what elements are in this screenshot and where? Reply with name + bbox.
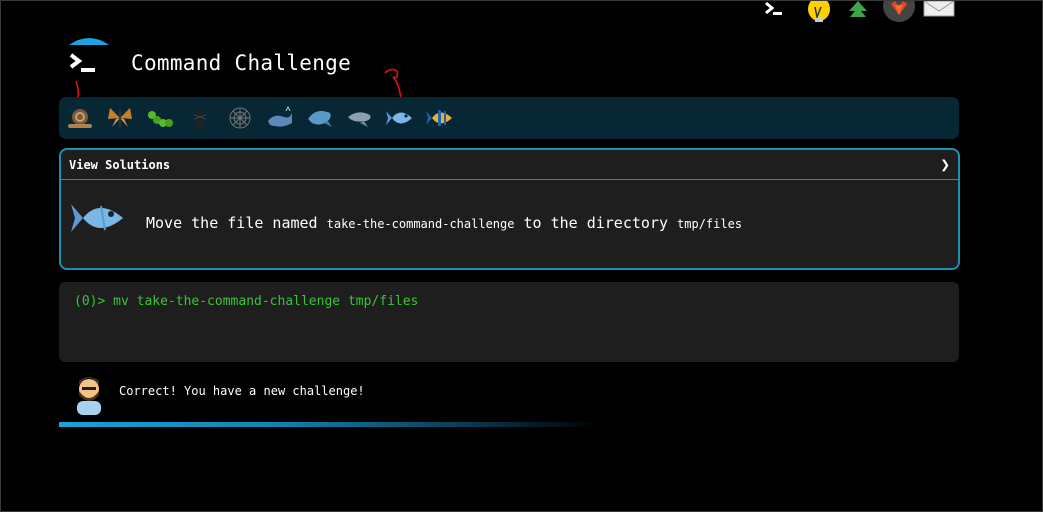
mail-icon[interactable] [923, 0, 955, 23]
prompt-counter: (0)> [74, 294, 114, 309]
challenge-text-prefix: Move the file named [146, 214, 327, 232]
lightbulb-icon[interactable] [805, 0, 833, 27]
level-snail-icon[interactable] [66, 105, 94, 131]
level-butterfly-icon[interactable] [106, 105, 134, 131]
view-solutions-label: View Solutions [69, 157, 171, 172]
level-tropical-fish-icon[interactable] [426, 105, 454, 131]
fish-icon [71, 196, 127, 240]
page-title: Command Challenge [131, 51, 352, 75]
chevron-right-icon: ❯ [940, 155, 950, 174]
challenge-filename: take-the-command-challenge [326, 217, 515, 231]
terminal-command[interactable]: mv take-the-command-challenge tmp/files [113, 294, 418, 309]
annotation-mark-active [384, 68, 402, 100]
feedback-message: Correct! You have a new challenge! [119, 384, 365, 398]
terminal-line[interactable]: (0)> mv take-the-command-challenge tmp/f… [74, 294, 418, 309]
level-ant-icon[interactable] [186, 105, 214, 131]
gitlab-icon[interactable] [883, 0, 915, 27]
challenge-description: Move the file named take-the-command-cha… [146, 214, 742, 232]
challenge-card: View Solutions ❯ Move the file named tak… [59, 148, 960, 270]
level-dolphin-2-icon[interactable] [346, 105, 374, 131]
view-solutions-toggle[interactable]: View Solutions ❯ [61, 150, 958, 180]
avatar [71, 371, 107, 415]
challenge-body: Move the file named take-the-command-cha… [61, 180, 958, 267]
level-caterpillar-icon[interactable] [146, 105, 174, 131]
level-dolphin-icon[interactable] [306, 105, 334, 131]
tree-icon[interactable] [847, 1, 869, 23]
challenge-directory: tmp/files [677, 217, 743, 231]
terminal-icon[interactable] [763, 1, 785, 23]
progress-bar [59, 422, 599, 427]
level-fish-icon[interactable] [386, 105, 414, 131]
level-spider-web-icon[interactable] [226, 105, 254, 131]
level-whale-icon[interactable] [266, 105, 294, 131]
level-bar [59, 97, 959, 139]
terminal-input[interactable]: (0)> mv take-the-command-challenge tmp/f… [59, 282, 959, 362]
challenge-text-middle: to the directory [514, 214, 678, 232]
logo[interactable] [67, 37, 111, 83]
